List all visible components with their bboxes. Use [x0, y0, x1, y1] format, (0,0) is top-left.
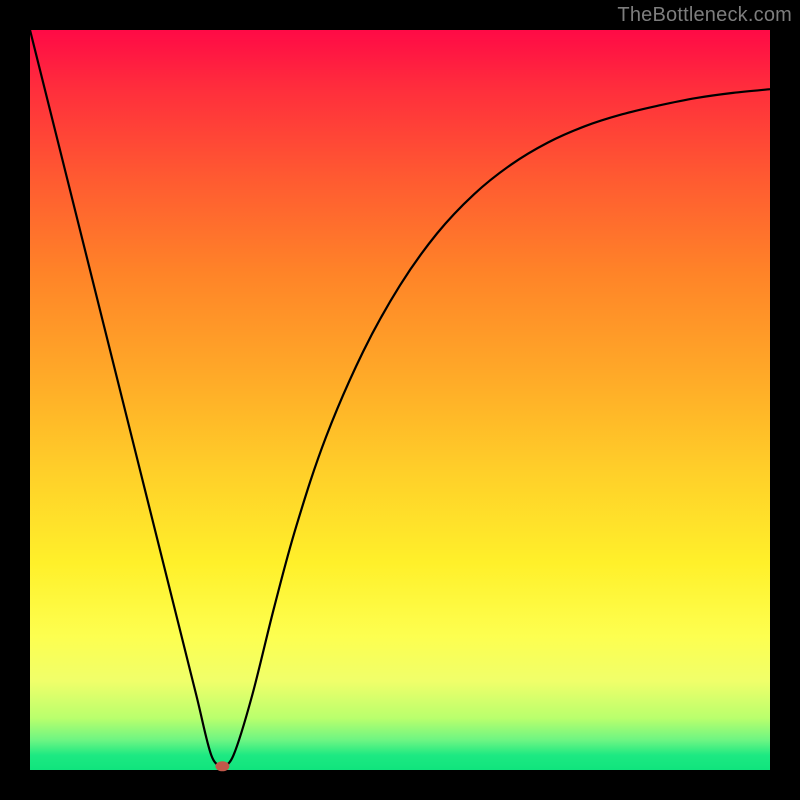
attribution-text: TheBottleneck.com: [617, 4, 792, 27]
plot-area: [30, 30, 770, 770]
chart-frame: TheBottleneck.com: [0, 0, 800, 800]
curve-svg: [30, 30, 770, 770]
minimum-marker: [215, 761, 229, 771]
bottleneck-curve: [30, 30, 770, 766]
